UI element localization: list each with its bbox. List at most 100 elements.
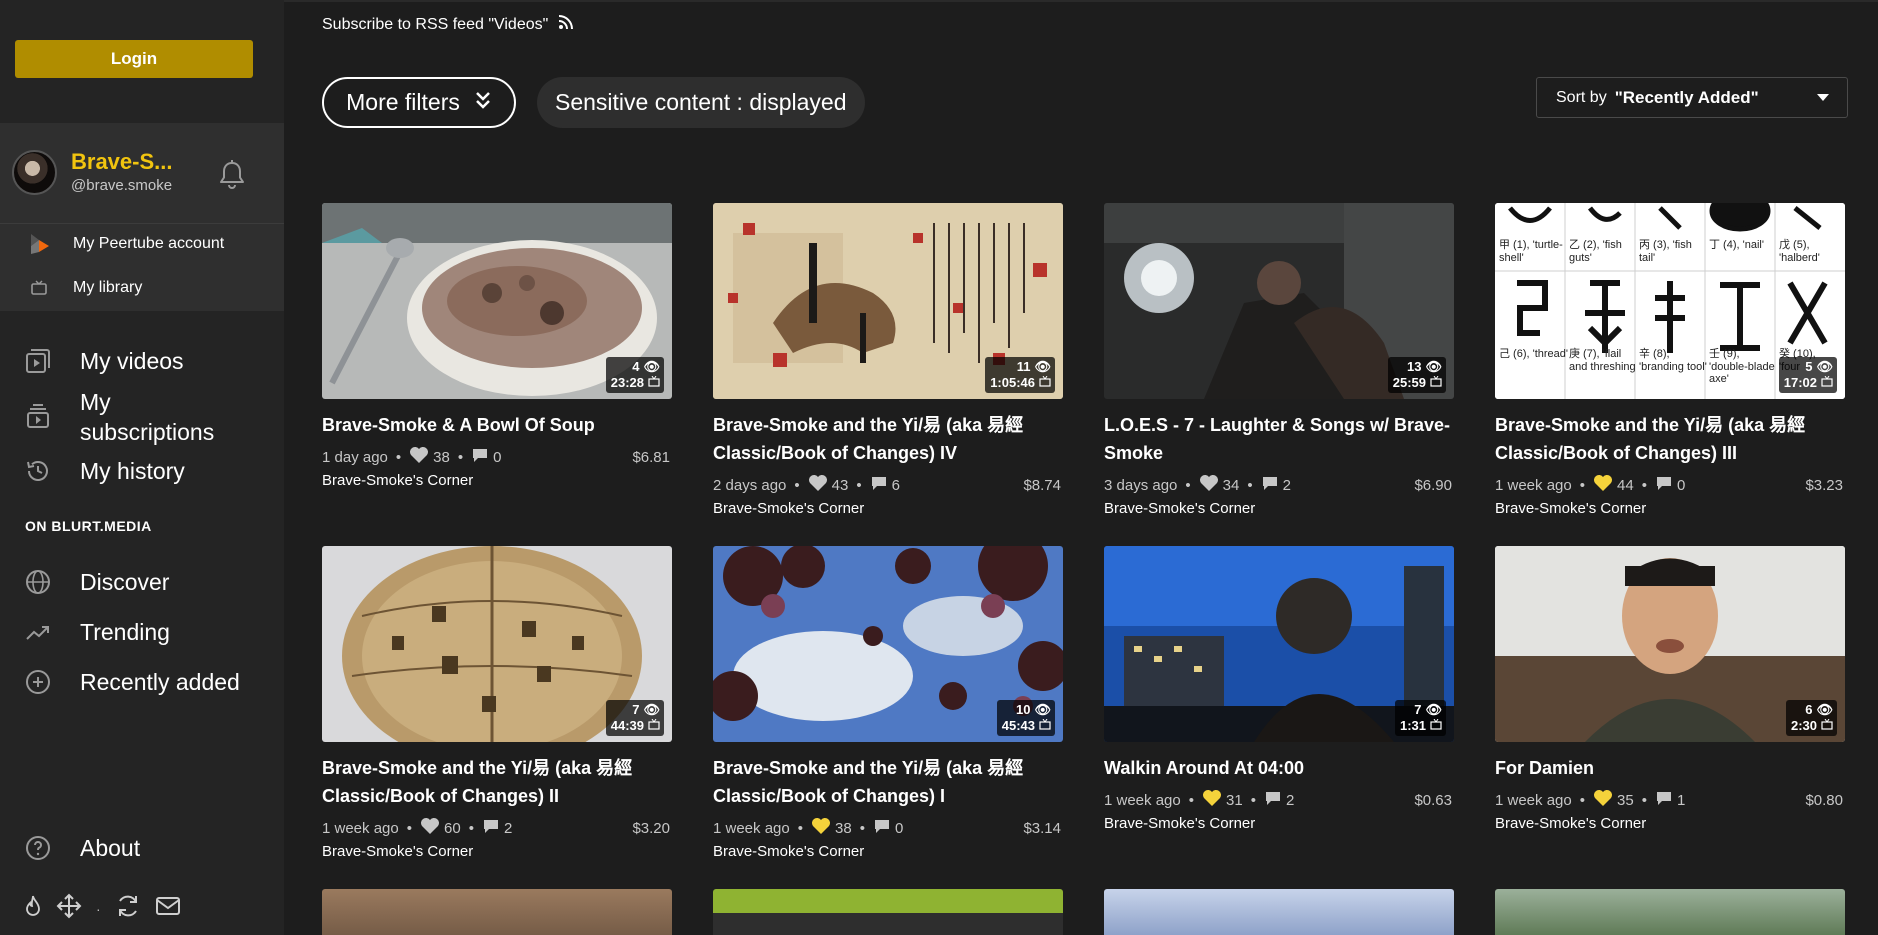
sidebar-item-recently-added[interactable]: Recently added	[0, 666, 284, 698]
channel-name[interactable]: Brave-Smoke's Corner	[1495, 500, 1845, 517]
rss-icon	[558, 14, 574, 35]
sort-select[interactable]: Sort by "Recently Added"	[1536, 77, 1848, 118]
video-thumbnail[interactable]: 6 👁 2:30	[1495, 546, 1845, 742]
comment-count: 0	[1676, 476, 1686, 494]
sidebar-item-my-history[interactable]: My history	[0, 455, 284, 487]
sidebar-item-my-library[interactable]: My library	[0, 270, 284, 306]
more-filters-button[interactable]: More filters	[322, 77, 516, 128]
video-title[interactable]: Brave-Smoke and the Yi/易 (aka 易經 Classic…	[713, 411, 1063, 467]
login-button[interactable]: Login	[15, 40, 253, 78]
sidebar-item-peertube-account[interactable]: My Peertube account	[0, 226, 284, 262]
video-meta: 2 days ago • 43 • 6 $8.74	[713, 475, 1063, 495]
eye-icon: 👁	[1425, 359, 1442, 374]
video-thumbnail[interactable]	[1104, 889, 1454, 935]
video-thumbnail[interactable]: 10 👁 45:43	[713, 546, 1063, 742]
char-caption: 甲 (1), 'turtle-shell'	[1499, 239, 1563, 264]
eye-icon: 👁	[643, 702, 660, 717]
video-stats-badge: 7 👁 1:31	[1394, 700, 1446, 736]
comment-icon[interactable]	[873, 818, 891, 838]
comment-icon[interactable]	[482, 818, 500, 838]
sync-icon[interactable]	[115, 893, 141, 924]
video-thumbnail[interactable]: 4 👁 23:28	[322, 203, 672, 399]
comment-icon[interactable]	[1655, 790, 1673, 810]
divider	[0, 223, 284, 224]
comment-icon[interactable]	[1261, 475, 1279, 495]
video-thumbnail[interactable]: 甲 (1), 'turtle-shell' 乙 (2), 'fish guts'…	[1495, 203, 1845, 399]
heart-icon[interactable]	[808, 474, 828, 496]
video-thumbnail[interactable]: 7 👁 44:39	[322, 546, 672, 742]
heart-icon[interactable]	[420, 817, 440, 839]
tv-icon	[648, 718, 660, 734]
video-payout: $3.20	[632, 819, 670, 837]
video-payout: $6.90	[1414, 476, 1452, 494]
video-library-icon	[24, 347, 52, 375]
sidebar-item-about[interactable]: About	[0, 832, 284, 864]
sidebar-item-my-videos[interactable]: My videos	[0, 345, 284, 377]
video-title[interactable]: Walkin Around At 04:00	[1104, 754, 1454, 782]
video-card: 7 👁 44:39 Brave-Smoke and the Yi/易 (aka 易…	[322, 546, 672, 860]
eye-icon: 👁	[1034, 359, 1051, 374]
tv-icon	[1039, 375, 1051, 391]
heart-icon[interactable]	[811, 817, 831, 839]
subscriptions-icon	[24, 402, 52, 430]
video-title[interactable]: Brave-Smoke and the Yi/易 (aka 易經 Classic…	[713, 754, 1063, 810]
view-count: 10	[1016, 702, 1031, 717]
video-title[interactable]: Brave-Smoke and the Yi/易 (aka 易經 Classic…	[1495, 411, 1845, 467]
video-thumbnail[interactable]: 7 👁 1:31	[1104, 546, 1454, 742]
channel-name[interactable]: Brave-Smoke's Corner	[713, 500, 1063, 517]
heart-icon[interactable]	[1199, 474, 1219, 496]
video-title[interactable]: L.O.E.S - 7 - Laughter & Songs w/ Brave-…	[1104, 411, 1454, 467]
comment-count: 2	[503, 819, 513, 837]
comment-icon[interactable]	[471, 447, 489, 467]
eye-icon: 👁	[1816, 702, 1833, 717]
sidebar-item-my-subscriptions[interactable]: My subscriptions	[0, 386, 284, 448]
sidebar-item-trending[interactable]: Trending	[0, 616, 284, 648]
channel-name[interactable]: Brave-Smoke's Corner	[322, 843, 672, 860]
video-thumbnail[interactable]	[322, 889, 672, 935]
heart-icon[interactable]	[409, 446, 429, 468]
eye-icon: 👁	[1034, 702, 1051, 717]
channel-name[interactable]: Brave-Smoke's Corner	[713, 843, 1063, 860]
sensitive-content-pill[interactable]: Sensitive content : displayed	[537, 77, 865, 128]
heart-icon[interactable]	[1593, 789, 1613, 811]
view-count: 7	[632, 702, 640, 717]
heart-icon[interactable]	[1593, 474, 1613, 496]
comment-icon[interactable]	[1655, 475, 1673, 495]
video-meta: 1 week ago • 60 • 2 $3.20	[322, 818, 672, 838]
video-thumbnail[interactable]	[1495, 889, 1845, 935]
rss-subscribe-link[interactable]: Subscribe to RSS feed "Videos"	[322, 14, 574, 35]
separator-dot: •	[395, 448, 402, 466]
move-icon[interactable]	[56, 893, 82, 924]
video-payout: $3.23	[1805, 476, 1843, 494]
separator-dot: •	[468, 819, 474, 837]
heart-icon[interactable]	[1202, 789, 1222, 811]
channel-name[interactable]: Brave-Smoke's Corner	[1495, 815, 1845, 832]
mail-icon[interactable]	[155, 895, 181, 922]
video-title[interactable]: Brave-Smoke & A Bowl Of Soup	[322, 411, 672, 439]
video-stats-badge: 11 👁 1:05:46	[985, 357, 1055, 393]
video-thumbnail[interactable]: 13 👁 25:59	[1104, 203, 1454, 399]
video-thumbnail[interactable]	[713, 889, 1063, 935]
channel-name[interactable]: Brave-Smoke's Corner	[1104, 500, 1454, 517]
video-meta: 1 week ago • 31 • 2 $0.63	[1104, 790, 1454, 810]
video-thumbnail[interactable]: 11 👁 1:05:46	[713, 203, 1063, 399]
tv-icon	[1039, 718, 1051, 734]
notifications-bell-icon[interactable]	[217, 159, 247, 191]
sidebar-item-discover[interactable]: Discover	[0, 566, 284, 598]
fire-icon[interactable]	[24, 894, 42, 923]
comment-count: 1	[1676, 791, 1686, 809]
user-display-name[interactable]: Brave-S...	[71, 149, 173, 175]
avatar[interactable]	[12, 150, 57, 195]
video-stats-badge: 5 👁 17:02	[1778, 357, 1837, 393]
channel-name[interactable]: Brave-Smoke's Corner	[322, 472, 672, 489]
channel-name[interactable]: Brave-Smoke's Corner	[1104, 815, 1454, 832]
section-title: ON BLURT.MEDIA	[25, 518, 152, 534]
comment-icon[interactable]	[870, 475, 888, 495]
video-title[interactable]: Brave-Smoke and the Yi/易 (aka 易經 Classic…	[322, 754, 672, 810]
comment-icon[interactable]	[1264, 790, 1282, 810]
sidebar-item-label: My videos	[80, 348, 184, 374]
separator-dot: •	[1247, 476, 1253, 494]
video-title[interactable]: For Damien	[1495, 754, 1845, 782]
char-caption-row-1: 甲 (1), 'turtle-shell' 乙 (2), 'fish guts'…	[1499, 236, 1839, 264]
separator-dot: •	[1579, 791, 1585, 809]
